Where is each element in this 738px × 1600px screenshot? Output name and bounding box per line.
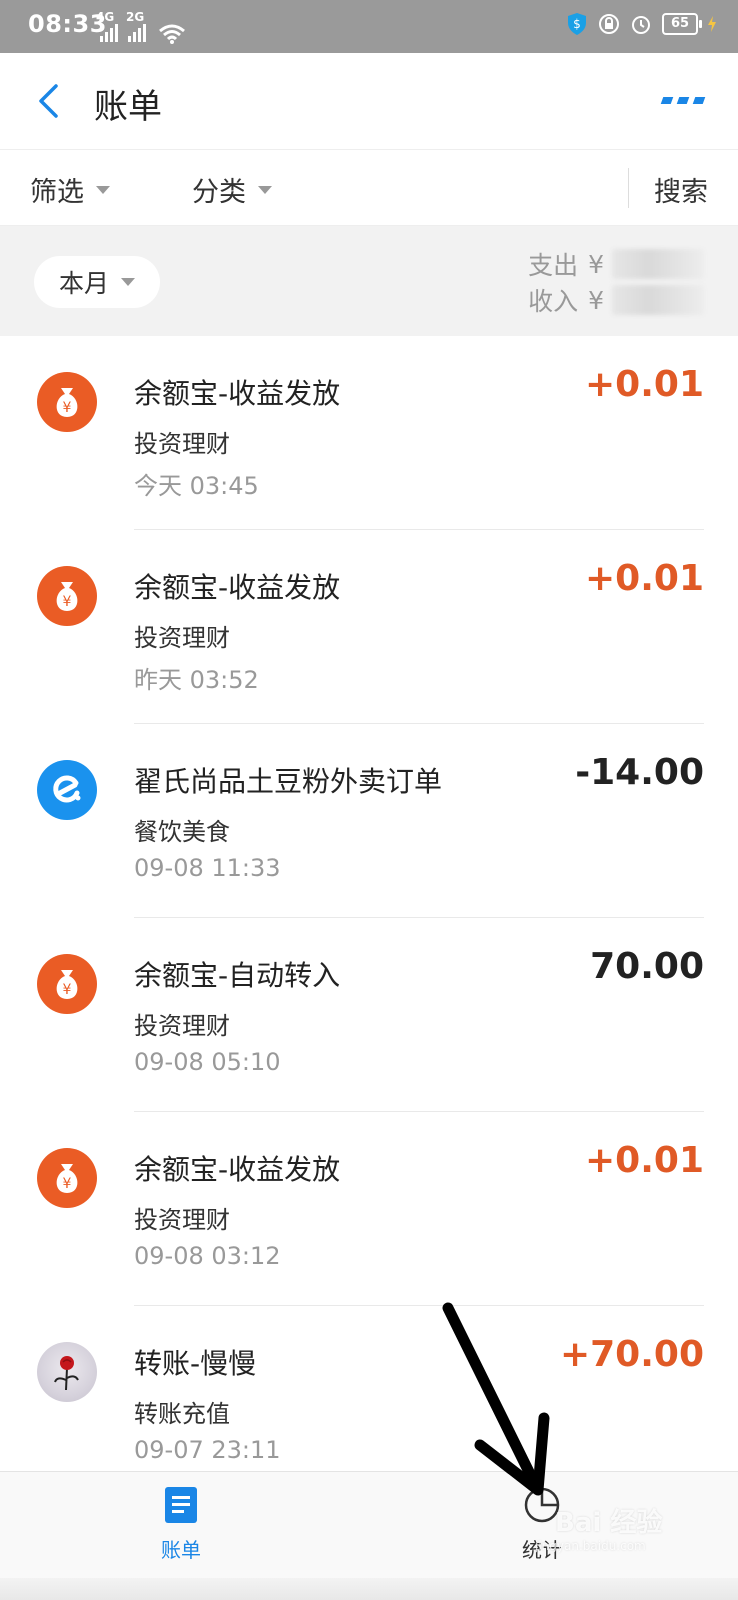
transaction-row[interactable]: 翟氏尚品土豆粉外卖订单 餐饮美食 09-08 11:33 -14.00: [0, 724, 738, 918]
transaction-time: 09-08 11:33: [134, 854, 281, 882]
transaction-name: 转账-慢慢: [134, 1347, 257, 1380]
transaction-amount: 70.00: [590, 946, 704, 987]
watermark: Bai 经验 jingyan.baidu.com: [535, 1502, 663, 1553]
tab-bill-label: 账单: [161, 1538, 201, 1562]
transaction-name: 余额宝-自动转入: [134, 959, 341, 992]
signal-icon-2: [128, 24, 146, 42]
transaction-amount: +70.00: [559, 1334, 704, 1375]
charging-icon: [708, 16, 716, 32]
eleme-icon: [37, 760, 97, 820]
annotation-arrow-icon: [442, 1302, 550, 1496]
filter-bar: 筛选 分类 搜索: [0, 149, 738, 226]
transaction-time: 昨天 03:52: [134, 666, 259, 694]
more-icon[interactable]: [660, 97, 706, 104]
transaction-name: 余额宝-收益发放: [134, 1153, 341, 1186]
wifi-icon: [159, 24, 185, 44]
transaction-amount: -14.00: [575, 752, 704, 793]
svg-text:¥: ¥: [63, 400, 72, 416]
transaction-category: 投资理财: [134, 1012, 230, 1040]
caret-down-icon: [96, 185, 110, 194]
transaction-row[interactable]: ¥ 余额宝-收益发放 投资理财 今天 03:45 +0.01: [0, 336, 738, 530]
svg-text:¥: ¥: [63, 1176, 72, 1192]
status-bar: 08:33 4G 2G $ 65: [0, 0, 738, 53]
battery-icon: 65: [662, 13, 702, 35]
transaction-amount: +0.01: [585, 558, 704, 599]
transaction-time: 09-08 05:10: [134, 1048, 281, 1076]
filter-divider: [628, 168, 629, 208]
income-currency: ¥: [588, 285, 604, 315]
transaction-name: 翟氏尚品土豆粉外卖订单: [134, 765, 443, 798]
watermark-url: jingyan.baidu.com: [535, 1539, 646, 1553]
tab-bill[interactable]: 账单: [141, 1486, 221, 1563]
transaction-row[interactable]: ¥ 余额宝-收益发放 投资理财 昨天 03:52 +0.01: [0, 530, 738, 724]
svg-text:$: $: [573, 17, 581, 31]
filter-label: 筛选: [30, 177, 84, 208]
alarm-icon: [632, 16, 650, 34]
back-chevron-icon[interactable]: [34, 83, 64, 119]
filter-dropdown[interactable]: 筛选: [30, 170, 110, 209]
category-label: 分类: [192, 177, 246, 208]
caret-down-icon: [258, 185, 272, 194]
bill-icon: [165, 1487, 197, 1523]
month-label: 本月: [58, 269, 109, 298]
money-bag-icon: ¥: [37, 954, 97, 1014]
avatar: [37, 1342, 97, 1402]
transaction-category: 转账充值: [134, 1400, 230, 1428]
transaction-name: 余额宝-收益发放: [134, 377, 341, 410]
income-summary: 收入 ¥: [528, 282, 704, 318]
income-amount-redacted: [612, 285, 704, 315]
svg-text:¥: ¥: [63, 594, 72, 610]
transaction-row[interactable]: ¥ 余额宝-收益发放 投资理财 09-08 03:12 +0.01: [0, 1112, 738, 1306]
page-title: 账单: [94, 87, 162, 127]
lock-icon: [599, 14, 619, 34]
transaction-list: ¥ 余额宝-收益发放 投资理财 今天 03:45 +0.01 ¥ 余额宝-收益发…: [0, 336, 738, 1500]
transaction-category: 投资理财: [134, 624, 230, 652]
svg-text:¥: ¥: [63, 982, 72, 998]
month-summary: 本月 支出 ¥ 收入 ¥: [0, 226, 738, 336]
expense-currency: ¥: [588, 249, 604, 279]
transaction-time: 今天 03:45: [134, 472, 259, 500]
income-label: 收入: [528, 287, 579, 316]
expense-summary: 支出 ¥: [528, 246, 704, 282]
transaction-amount: +0.01: [585, 1140, 704, 1181]
sim2-network-label: 2G: [126, 10, 145, 24]
shield-icon: $: [568, 13, 586, 35]
list-peek: [0, 1578, 738, 1600]
sim1-network-label: 4G: [96, 10, 115, 24]
transaction-name: 余额宝-收益发放: [134, 571, 341, 604]
money-bag-icon: ¥: [37, 372, 97, 432]
month-selector[interactable]: 本月: [34, 256, 160, 308]
signal-icon: [100, 24, 118, 42]
transaction-row[interactable]: ¥ 余额宝-自动转入 投资理财 09-08 05:10 70.00: [0, 918, 738, 1112]
transaction-category: 投资理财: [134, 430, 230, 458]
status-icons: $ 65: [566, 12, 716, 36]
transaction-time: 09-07 23:11: [134, 1436, 281, 1464]
transaction-amount: +0.01: [585, 364, 704, 405]
money-bag-icon: ¥: [37, 566, 97, 626]
app-header: 账单: [0, 53, 738, 149]
money-bag-icon: ¥: [37, 1148, 97, 1208]
transaction-category: 餐饮美食: [134, 818, 230, 846]
category-dropdown[interactable]: 分类: [192, 170, 272, 209]
search-button[interactable]: 搜索: [654, 170, 708, 209]
caret-down-icon: [121, 278, 135, 286]
watermark-brand: Bai 经验: [555, 1508, 663, 1538]
rose-icon: [54, 1356, 79, 1391]
expense-amount-redacted: [612, 249, 704, 279]
expense-label: 支出: [528, 251, 579, 280]
transaction-time: 09-08 03:12: [134, 1242, 281, 1270]
transaction-category: 投资理财: [134, 1206, 230, 1234]
